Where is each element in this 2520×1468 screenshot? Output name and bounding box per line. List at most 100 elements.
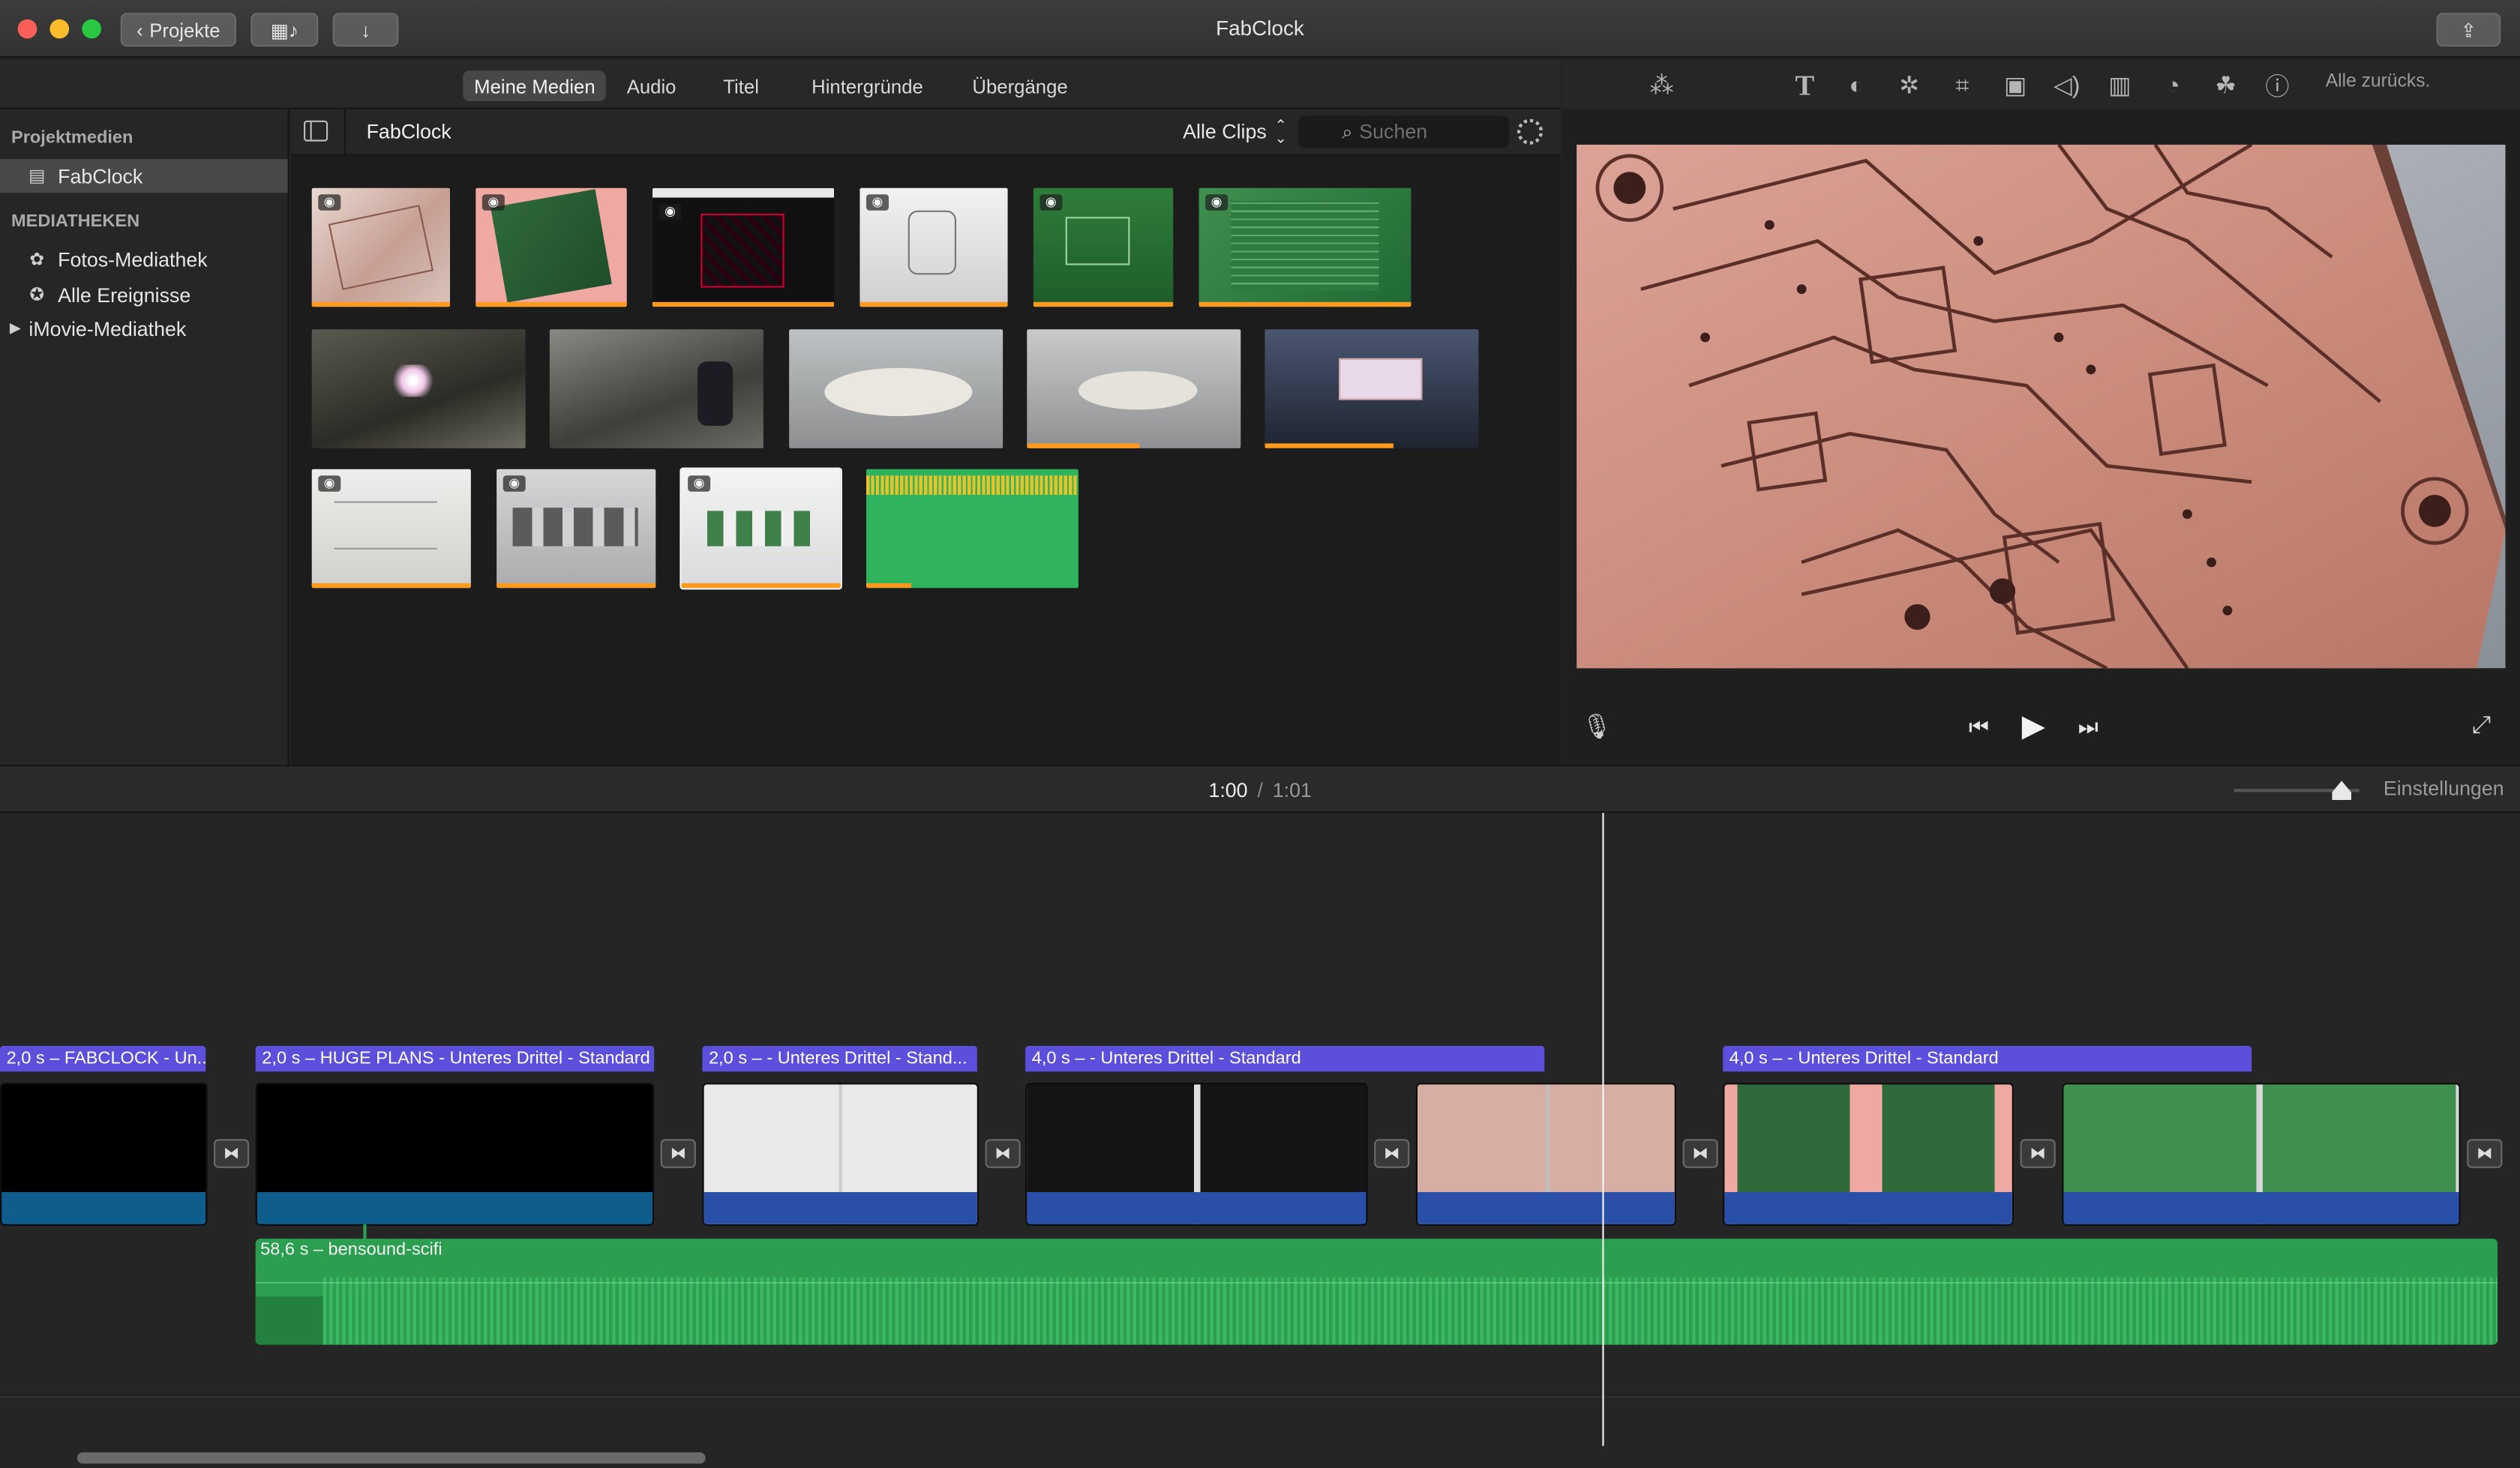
title-clip-label[interactable]: 4,0 s – - Unteres Drittel - Standard bbox=[1723, 1046, 2252, 1072]
media-thumbnail[interactable]: ◉ bbox=[476, 187, 627, 307]
media-thumbnail[interactable] bbox=[1264, 329, 1479, 448]
gear-icon[interactable] bbox=[1516, 118, 1544, 145]
video-clip[interactable] bbox=[2062, 1083, 2461, 1226]
video-clip[interactable] bbox=[1025, 1083, 1368, 1226]
audio-clip-label: 58,6 s – bensound-scifi bbox=[260, 1240, 442, 1260]
transition-icon[interactable]: ⧓ bbox=[2467, 1139, 2503, 1168]
timeline-settings-button[interactable]: Einstellungen bbox=[2384, 777, 2504, 800]
media-thumbnail[interactable]: ◉ bbox=[652, 187, 835, 307]
transition-icon[interactable]: ⧓ bbox=[1682, 1139, 1718, 1168]
media-thumbnail[interactable]: ◉ bbox=[496, 469, 656, 589]
sidebar-item-imovie-library[interactable]: ▶ iMovie-Mediathek bbox=[0, 312, 288, 346]
timecode: 1:00 / 1:01 bbox=[1208, 779, 1312, 801]
camera-icon: ◉ bbox=[482, 194, 505, 211]
transition-icon[interactable]: ⧓ bbox=[985, 1139, 1021, 1168]
transition-icon[interactable]: ⧓ bbox=[1374, 1139, 1410, 1168]
reset-all-button[interactable]: Alle zurücks. bbox=[2326, 72, 2431, 91]
title-clip-label[interactable]: 2,0 s – FABCLOCK - Un... bbox=[0, 1046, 206, 1072]
media-browser: ◉ ◉ ◉ ◉ ◉ ◉ ◉ ◉ ◉ bbox=[290, 155, 1561, 765]
playhead[interactable] bbox=[1602, 813, 1604, 1446]
zoom-slider-knob[interactable] bbox=[2332, 780, 2351, 801]
audio-waveform bbox=[322, 1277, 2498, 1345]
title-bar: ‹ Projekte ▦♪ ↓ FabClock ⇪ bbox=[0, 0, 2520, 58]
clip-filter-select[interactable]: Alle Clips ⌃ ⌄ bbox=[1183, 118, 1287, 145]
equalizer-icon[interactable]: ▥ bbox=[2104, 69, 2136, 101]
sidebar-item-all-events[interactable]: ✪ Alle Ereignisse bbox=[0, 278, 288, 312]
usage-bar bbox=[1264, 443, 1394, 448]
crop-icon[interactable]: ⌗ bbox=[1946, 69, 1978, 101]
camera-icon: ◉ bbox=[1205, 194, 1228, 211]
transition-icon[interactable]: ⧓ bbox=[214, 1139, 250, 1168]
video-clip[interactable] bbox=[0, 1083, 208, 1226]
title-clip-label[interactable]: 2,0 s – HUGE PLANS - Unteres Drittel - S… bbox=[255, 1046, 655, 1072]
sidebar-item-label: FabClock bbox=[58, 164, 143, 187]
media-thumbnail[interactable]: ◉ bbox=[311, 469, 471, 589]
title-clip-label[interactable]: 2,0 s – - Unteres Drittel - Stand... bbox=[702, 1046, 977, 1072]
tab-audio[interactable]: Audio bbox=[616, 70, 688, 101]
browser-header: FabClock Alle Clips ⌃ ⌄ ⌕ Suchen bbox=[290, 109, 1561, 156]
skip-back-icon[interactable]: ⏮ bbox=[1969, 713, 1989, 740]
transition-icon[interactable]: ⧓ bbox=[660, 1139, 696, 1168]
tab-titel[interactable]: Titel bbox=[712, 70, 770, 101]
disclosure-triangle-icon[interactable]: ▶ bbox=[10, 319, 21, 337]
title-text-icon[interactable]: T bbox=[1789, 68, 1821, 101]
usage-bar bbox=[652, 301, 835, 307]
audio-clip[interactable]: 58,6 s – bensound-scifi bbox=[255, 1239, 2498, 1345]
tab-hintergruende[interactable]: Hintergründe bbox=[800, 70, 934, 101]
browser-tab-bar: Meine Medien Audio Titel Hintergründe Üb… bbox=[0, 59, 1561, 109]
media-thumbnail[interactable] bbox=[1027, 329, 1241, 448]
camera-icon: ◉ bbox=[658, 204, 682, 220]
video-clip[interactable] bbox=[255, 1083, 655, 1226]
play-icon[interactable]: ▶ bbox=[2022, 709, 2045, 745]
media-thumbnail[interactable] bbox=[549, 329, 764, 448]
video-overlay-icon[interactable]: ☘ bbox=[2210, 69, 2242, 101]
share-button[interactable]: ⇪ bbox=[2436, 13, 2501, 47]
volume-icon[interactable]: ◁) bbox=[2050, 69, 2083, 101]
sidebar-item-label: Fotos-Mediathek bbox=[58, 248, 208, 271]
video-clip[interactable] bbox=[702, 1083, 979, 1226]
info-icon[interactable]: ⓘ bbox=[2261, 69, 2294, 101]
usage-bar bbox=[1033, 301, 1174, 307]
sidebar-item-photos-library[interactable]: ✿ Fotos-Mediathek bbox=[0, 243, 288, 277]
media-thumbnail[interactable] bbox=[789, 329, 1004, 448]
sidebar-toggle-icon[interactable] bbox=[304, 120, 328, 142]
sidebar-item-label: iMovie-Mediathek bbox=[28, 317, 187, 340]
search-icon: ⌕ bbox=[1342, 119, 1353, 142]
video-clip[interactable] bbox=[1723, 1083, 2014, 1226]
stabilization-camera-icon[interactable]: ▣ bbox=[2000, 69, 2032, 101]
libraries-header: MEDIATHEKEN bbox=[11, 211, 140, 232]
audio-thumbnail[interactable] bbox=[866, 469, 1078, 589]
audio-fade-in bbox=[255, 1296, 323, 1345]
volume-line[interactable] bbox=[255, 1282, 2498, 1284]
color-balance-icon[interactable]: ◐ bbox=[1840, 69, 1873, 101]
color-palette-icon[interactable]: ✲ bbox=[1893, 69, 1925, 101]
media-thumbnail[interactable]: ◉ bbox=[311, 187, 450, 307]
media-thumbnail[interactable]: ◉ bbox=[1198, 187, 1412, 307]
speed-gauge-icon[interactable]: ◔ bbox=[2157, 69, 2189, 101]
microphone-icon[interactable]: 🎙 bbox=[1582, 712, 1612, 744]
title-clip-label[interactable]: 4,0 s – - Unteres Drittel - Standard bbox=[1025, 1046, 1545, 1072]
video-preview[interactable] bbox=[1576, 144, 2506, 669]
sidebar-item-fabclock[interactable]: ▤ FabClock bbox=[0, 159, 288, 193]
header-divider bbox=[344, 109, 346, 156]
search-field[interactable]: ⌕ Suchen bbox=[1298, 115, 1510, 148]
tab-meine-medien[interactable]: Meine Medien bbox=[463, 70, 607, 101]
zoom-slider[interactable] bbox=[2234, 780, 2360, 801]
usage-bar bbox=[311, 301, 450, 307]
tab-uebergaenge[interactable]: Übergänge bbox=[961, 70, 1078, 101]
horizontal-scrollbar[interactable] bbox=[76, 1452, 706, 1464]
camera-icon: ◉ bbox=[318, 194, 341, 211]
media-thumbnail[interactable] bbox=[311, 329, 526, 448]
camera-icon: ◉ bbox=[1040, 194, 1063, 211]
media-thumbnail[interactable]: ◉ bbox=[860, 187, 1008, 307]
transition-icon[interactable]: ⧓ bbox=[2020, 1139, 2056, 1168]
clapper-icon: ▤ bbox=[28, 166, 46, 187]
search-placeholder: Suchen bbox=[1359, 120, 1428, 143]
media-thumbnail[interactable]: ◉ bbox=[680, 467, 842, 590]
magic-wand-icon[interactable]: ⁂ bbox=[1646, 69, 1678, 101]
browser-title: FabClock bbox=[366, 120, 452, 143]
skip-forward-icon[interactable]: ⏭ bbox=[2078, 713, 2098, 740]
fullscreen-icon[interactable]: ⤢ bbox=[2472, 712, 2492, 738]
media-thumbnail[interactable]: ◉ bbox=[1033, 187, 1174, 307]
video-clip[interactable] bbox=[1415, 1083, 1676, 1226]
